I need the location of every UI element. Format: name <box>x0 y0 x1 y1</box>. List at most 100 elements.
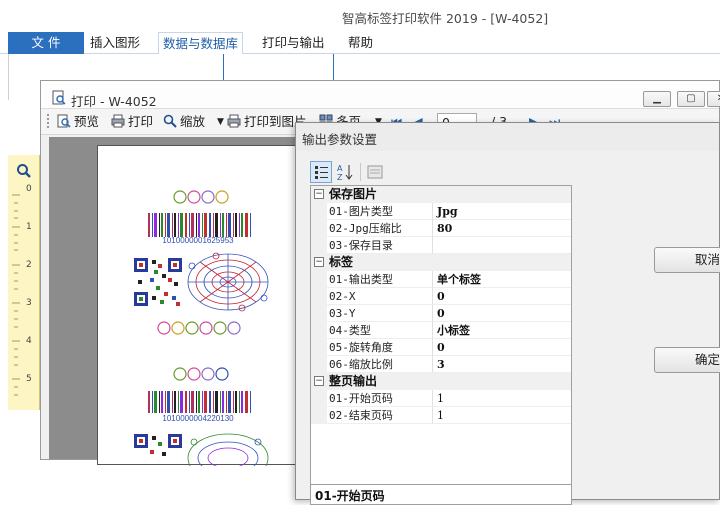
property-name: 02-结束页码 <box>327 407 433 424</box>
property-row[interactable]: 03-保存目录 <box>311 237 571 254</box>
property-grid: − 保存图片 01-图片类型 Jpg 02-Jpg压缩比 80 03-保存目录 … <box>310 185 572 485</box>
property-value[interactable]: 1 <box>433 407 571 424</box>
collapse-toggle-icon[interactable]: − <box>314 257 324 267</box>
tab-print[interactable]: 打印与输出 <box>258 32 329 54</box>
property-row[interactable]: 04-类型 小标签 <box>311 322 571 339</box>
property-value[interactable]: 0 <box>433 339 571 356</box>
zoom-label: 缩放 <box>180 114 206 129</box>
property-name: 01-图片类型 <box>327 203 433 220</box>
property-value[interactable]: 80 <box>433 220 571 237</box>
property-name: 01-输出类型 <box>327 271 433 288</box>
categorized-icon <box>315 166 328 179</box>
property-row[interactable]: 03-Y 0 <box>311 305 571 322</box>
ribbon-divider <box>223 54 224 80</box>
category-name: 标签 <box>329 255 354 269</box>
preview-button[interactable]: 预览 <box>57 113 99 131</box>
ruler-number: 2 <box>26 260 32 270</box>
maximize-icon: ▢ <box>686 93 696 104</box>
barcode-number-1: 1010000001625953 <box>162 236 234 245</box>
category-label[interactable]: − 标签 <box>311 254 571 271</box>
property-value[interactable]: 3 <box>433 356 571 373</box>
zoom-icon <box>163 114 177 128</box>
row-gutter <box>311 356 327 373</box>
property-description-panel: 01-开始页码 <box>310 485 572 505</box>
row-gutter <box>311 407 327 424</box>
property-value[interactable]: 1 <box>433 390 571 407</box>
property-row[interactable]: 05-旋转角度 0 <box>311 339 571 356</box>
property-row[interactable]: 06-缩放比例 3 <box>311 356 571 373</box>
print-button[interactable]: 打印 <box>111 113 153 131</box>
category-name: 整页输出 <box>329 374 378 388</box>
tab-data[interactable]: 数据与数据库 <box>158 32 244 55</box>
row-gutter <box>311 288 327 305</box>
row-gutter <box>311 305 327 322</box>
property-value[interactable]: 单个标签 <box>433 271 571 288</box>
output-settings-dialog: 输出参数设置 AZ − 保存图片 01-图片类型 Jpg 02-Jpg压缩比 8… <box>295 122 720 505</box>
print-preview-icon <box>52 90 66 105</box>
tab-insert[interactable]: 插入图形 <box>86 32 144 54</box>
zoom-dropdown-arrow[interactable]: ▼ <box>217 113 224 131</box>
label-page: 1010000001625953 1010000004220130 <box>97 145 297 466</box>
app-title-bar: 智高标签打印软件 2019 - [W-4052] <box>0 0 720 32</box>
ruler-number: 0 <box>26 184 32 194</box>
collapse-toggle-icon[interactable]: − <box>314 189 324 199</box>
category-save-image[interactable]: − 保存图片 <box>311 186 571 203</box>
svg-text:A: A <box>337 164 343 173</box>
property-name: 02-Jpg压缩比 <box>327 220 433 237</box>
close-button[interactable]: ✕ <box>707 91 720 107</box>
printer-icon <box>111 114 125 128</box>
property-name: 01-开始页码 <box>327 390 433 407</box>
print-window-titlebar: 打印 - W-4052 ▁ ▢ ✕ <box>41 81 720 109</box>
zoom-button[interactable]: 缩放 <box>163 113 205 131</box>
property-row[interactable]: 01-输出类型 单个标签 <box>311 271 571 288</box>
ruler-number: 1 <box>26 222 32 232</box>
property-value[interactable]: Jpg <box>433 203 571 220</box>
property-pages-button[interactable] <box>364 161 386 183</box>
property-name: 04-类型 <box>327 322 433 339</box>
property-value[interactable]: 小标签 <box>433 322 571 339</box>
property-row[interactable]: 02-Jpg压缩比 80 <box>311 220 571 237</box>
property-description-title: 01-开始页码 <box>315 489 385 503</box>
ok-button[interactable]: 确定 <box>654 347 720 373</box>
printer-icon <box>227 114 241 128</box>
decorative-circles-top-2 <box>173 367 229 381</box>
barcode-2 <box>148 391 251 413</box>
row-gutter <box>311 220 327 237</box>
property-row[interactable]: 01-图片类型 Jpg <box>311 203 571 220</box>
row-gutter <box>311 322 327 339</box>
ruler-number: 3 <box>26 298 32 308</box>
search-icon[interactable] <box>16 163 32 179</box>
qr-code-2 <box>134 434 182 456</box>
ruler-number: 4 <box>26 336 32 346</box>
tab-help[interactable]: 帮助 <box>344 32 377 54</box>
property-value[interactable] <box>433 237 571 254</box>
maximize-button[interactable]: ▢ <box>677 91 705 107</box>
row-gutter <box>311 237 327 254</box>
print-label: 打印 <box>128 114 154 129</box>
cancel-button[interactable]: 取消 <box>654 247 720 273</box>
property-value[interactable]: 0 <box>433 305 571 322</box>
category-full-page-output[interactable]: − 整页输出 <box>311 373 571 390</box>
row-gutter <box>311 203 327 220</box>
collapse-toggle-icon[interactable]: − <box>314 376 324 386</box>
categorized-view-button[interactable] <box>310 161 332 183</box>
dialog-titlebar: 输出参数设置 <box>296 123 719 151</box>
category-name: 保存图片 <box>329 187 378 201</box>
property-row[interactable]: 02-X 0 <box>311 288 571 305</box>
print-preview-area: 1010000001625953 1010000004220130 <box>49 137 299 466</box>
property-value[interactable]: 0 <box>433 288 571 305</box>
sort-az-icon: AZ <box>337 164 353 182</box>
row-gutter <box>311 390 327 407</box>
ruler-ticks <box>12 194 20 396</box>
property-row[interactable]: 02-结束页码 1 <box>311 407 571 424</box>
property-row[interactable]: 01-开始页码 1 <box>311 390 571 407</box>
alphabetical-view-button[interactable]: AZ <box>334 161 356 183</box>
preview-icon <box>57 114 71 128</box>
barcode-1 <box>148 213 251 237</box>
app-title: 智高标签打印软件 2019 - [W-4052] <box>342 11 549 26</box>
minimize-button[interactable]: ▁ <box>643 91 671 107</box>
decorative-circles-bottom <box>157 321 241 335</box>
tab-file[interactable]: 文 件 <box>8 32 84 54</box>
toolbar-separator <box>360 163 361 181</box>
barcode-number-2: 1010000004220130 <box>162 414 234 423</box>
